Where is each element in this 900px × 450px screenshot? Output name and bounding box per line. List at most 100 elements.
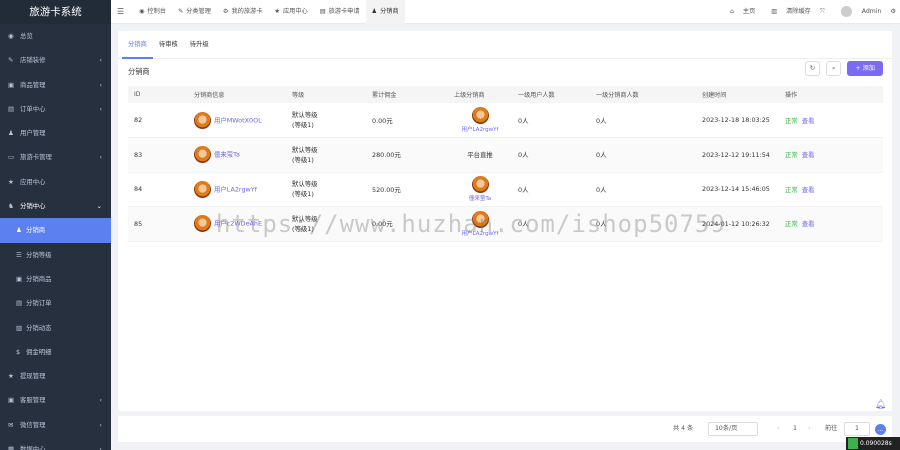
sidebar-item[interactable]: ▣ 商品管理 ‹ bbox=[0, 73, 111, 97]
current-page[interactable]: 1 bbox=[793, 416, 797, 442]
sidebar-item[interactable]: ★ 应用中心 bbox=[0, 170, 111, 194]
top-tab[interactable]: ✎ 分类管理 bbox=[172, 0, 217, 24]
cell-created: 2023-12-14 15:46:05 bbox=[696, 172, 779, 207]
status-tag-text: 0.090028s bbox=[860, 440, 892, 447]
view-button[interactable]: 查看 bbox=[802, 220, 815, 228]
cell-commission: 280.00元 bbox=[366, 137, 448, 173]
cell-created: 2024-01-12 10:26:32 bbox=[696, 206, 779, 242]
search-icon[interactable]: ⌕ bbox=[826, 61, 842, 76]
sidebar-item[interactable]: ▤ 订单中心 ‹ bbox=[0, 97, 111, 121]
level-sub: (等级1) bbox=[292, 190, 314, 199]
sidebar-item[interactable]: ▭ 旅游卡管理 ‹ bbox=[0, 145, 111, 169]
goto-page-input[interactable]: 1 bbox=[844, 422, 870, 436]
sidebar-item[interactable]: ▤ 分销订单 bbox=[0, 291, 111, 315]
level-name: 默认等级 bbox=[292, 180, 318, 188]
sidebar-item[interactable]: ♞ 分销中心 ⌄ bbox=[0, 194, 111, 218]
parent-name-link[interactable]: 僮来萤Ta bbox=[448, 194, 512, 202]
sub-tab[interactable]: 待升级 bbox=[184, 31, 215, 59]
sidebar-item[interactable]: ☰ 分销等级 bbox=[0, 243, 111, 267]
top-tab-label: 旅游卡申请 bbox=[328, 8, 360, 15]
top-tab[interactable]: ◉ 控制台 bbox=[133, 0, 172, 24]
column-header: 创建时间 bbox=[696, 86, 779, 103]
distributor-name-link[interactable]: 僮来萤Ta bbox=[214, 151, 240, 159]
clear-cache-label: 清除缓存 bbox=[786, 8, 811, 15]
parent-name-link[interactable]: 用户LA2rgwYf bbox=[448, 229, 512, 237]
sidebar-item[interactable]: ▣ 分销商品 bbox=[0, 267, 111, 291]
gauge-icon: ◉ bbox=[139, 8, 145, 15]
distributor-name-link[interactable]: 用户MWotX0OL bbox=[214, 116, 262, 124]
sub-tab[interactable]: 待审核 bbox=[153, 31, 184, 59]
sidebar-item[interactable]: ✎ 店铺装修 ‹ bbox=[0, 48, 111, 72]
file-icon: ▤ bbox=[16, 299, 23, 308]
file-icon: ▤ bbox=[8, 104, 15, 113]
bell-icon[interactable]: 🔔︎ bbox=[874, 400, 887, 413]
prev-page-icon[interactable]: ‹ bbox=[777, 416, 779, 442]
add-button[interactable]: + 添加 bbox=[847, 61, 883, 76]
status-toggle[interactable]: 正常 bbox=[785, 186, 798, 194]
chat-icon[interactable]: … bbox=[875, 424, 886, 435]
star-icon: ★ bbox=[274, 8, 280, 15]
column-header: 上级分销商 bbox=[448, 86, 512, 103]
sidebar-item[interactable]: ★ 提现管理 bbox=[0, 364, 111, 388]
top-tab-label: 分销商 bbox=[380, 8, 399, 15]
user-menu[interactable]: Admin bbox=[834, 5, 882, 17]
sidebar-item-label: 总览 bbox=[20, 32, 33, 40]
status-toggle[interactable]: 正常 bbox=[785, 220, 798, 228]
sidebar-item-label: 客服管理 bbox=[20, 396, 46, 405]
parent-name-link[interactable]: 用户LA2rgwYf bbox=[448, 125, 512, 133]
avatar bbox=[471, 107, 489, 124]
avatar bbox=[194, 111, 211, 129]
goto-label: 前往 bbox=[825, 425, 838, 432]
column-header: 操作 bbox=[779, 86, 883, 103]
cell-parent: 用户LA2rgwYf bbox=[448, 206, 512, 242]
sidebar-item[interactable]: ▨ 分销动态 bbox=[0, 316, 111, 340]
settings-icon[interactable]: ⚙ bbox=[890, 8, 896, 15]
cell-parent: 用户LA2rgwYf bbox=[448, 103, 512, 138]
top-tab[interactable]: ▤ 旅游卡申请 bbox=[314, 0, 366, 24]
distributor-name-link[interactable]: 用户LA2rgwYf bbox=[214, 185, 257, 193]
distributor-name-link[interactable]: 用户c2WDeAhE bbox=[214, 220, 262, 228]
sidebar-item[interactable]: ✉ 微信管理 ‹ bbox=[0, 413, 111, 437]
home-button[interactable]: ⌂ 主页 bbox=[723, 8, 755, 15]
table-row: 83 僮来萤Ta 默认等级 (等级1) 280.00元 平台直推 0人 0人 2023-12-1… bbox=[128, 137, 883, 173]
sidebar-item[interactable]: ▣ 客服管理 ‹ bbox=[0, 388, 111, 412]
avatar bbox=[471, 176, 489, 194]
view-button[interactable]: 查看 bbox=[802, 117, 815, 125]
cell-id: 82 bbox=[128, 103, 188, 138]
clear-cache-button[interactable]: ▥ 清除缓存 bbox=[764, 8, 811, 15]
fullscreen-icon[interactable]: ⤧ bbox=[820, 8, 825, 15]
cell-actions: 正常 查看 bbox=[779, 172, 883, 207]
sub-tab[interactable]: 分销商 bbox=[122, 31, 153, 59]
cell-commission: 520.00元 bbox=[366, 172, 448, 207]
status-toggle[interactable]: 正常 bbox=[785, 117, 798, 125]
sidebar-item[interactable]: $ 佣金明细 bbox=[0, 340, 111, 364]
top-tab[interactable]: ★ 应用中心 bbox=[268, 0, 313, 24]
username: Admin bbox=[861, 8, 882, 15]
cell-commission: 0.00元 bbox=[366, 206, 448, 242]
brush-icon: ✎ bbox=[8, 56, 14, 65]
view-button[interactable]: 查看 bbox=[802, 151, 815, 159]
gauge-icon: ◉ bbox=[8, 32, 14, 40]
top-tab[interactable]: ⚙ 我的旅游卡 bbox=[217, 0, 269, 24]
menu-toggle-icon[interactable]: ☰ bbox=[117, 0, 124, 24]
sidebar-item[interactable]: ▦ 数据中心 ‹ bbox=[0, 437, 111, 450]
next-page-icon[interactable]: › bbox=[808, 416, 810, 442]
sidebar-item[interactable]: ♟ 分销商 bbox=[0, 218, 111, 243]
level-sub: (等级1) bbox=[292, 224, 314, 233]
status-toggle[interactable]: 正常 bbox=[785, 151, 798, 159]
sidebar-item[interactable]: ◉ 总览 bbox=[0, 24, 111, 48]
cell-id: 85 bbox=[128, 206, 188, 242]
column-header: 一级分销商人数 bbox=[590, 86, 696, 103]
top-tab[interactable]: ♟ 分销商 bbox=[365, 0, 405, 24]
refresh-icon[interactable]: ↻ bbox=[805, 61, 820, 76]
cell-distributor: 用户c2WDeAhE bbox=[188, 206, 286, 242]
top-tab-label: 控制台 bbox=[147, 8, 166, 15]
cell-created: 2023-12-18 18:03:25 bbox=[696, 103, 779, 138]
list-icon: ☰ bbox=[16, 250, 22, 259]
page-size-select[interactable]: 10条/页 bbox=[708, 422, 758, 436]
top-tab-label: 应用中心 bbox=[282, 8, 308, 15]
sidebar-item[interactable]: ♟ 用户管理 bbox=[0, 121, 111, 145]
app-logo: 旅游卡系统 bbox=[0, 0, 111, 24]
gear-icon: ⚙ bbox=[222, 8, 229, 15]
view-button[interactable]: 查看 bbox=[802, 186, 815, 194]
